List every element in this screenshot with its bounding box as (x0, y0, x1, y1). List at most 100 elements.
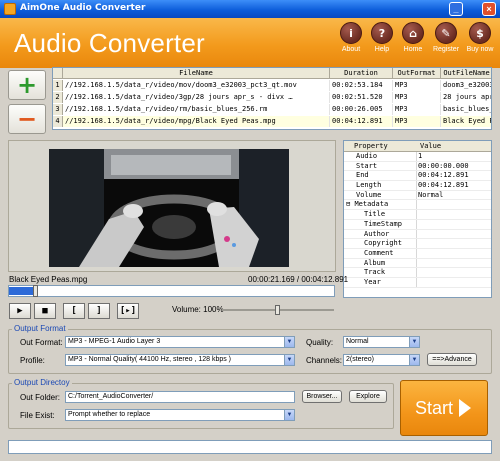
property-grid-header: Property Value (344, 141, 491, 152)
chevron-down-icon: ▼ (284, 410, 294, 420)
seek-bar-thumb[interactable] (32, 285, 38, 297)
volume-thumb[interactable] (275, 305, 280, 315)
clip-button[interactable]: [▸] (117, 303, 139, 319)
home-icon: ⌂ (402, 22, 424, 44)
property-row[interactable]: ⊟ Metadata (344, 200, 491, 211)
out-folder-label: Out Folder: (20, 393, 61, 402)
plus-icon: + (16, 71, 38, 99)
out-folder-input[interactable]: C:/Torrent_AudioConverter/ (65, 391, 295, 403)
seek-bar-fill (9, 287, 36, 295)
register-label: Register (432, 46, 460, 53)
file-list-table[interactable]: FileName Duration OutFormat OutFileName … (52, 67, 492, 130)
output-format-title: Output Format (12, 324, 68, 333)
property-key: Author (344, 229, 417, 239)
cart-icon: $ (469, 22, 491, 44)
property-value: 00:00:00.000 (418, 161, 469, 170)
property-row[interactable]: Album (344, 258, 491, 269)
property-row[interactable]: Length 00:04:12.891 (344, 181, 491, 191)
property-key: TimeStamp (344, 219, 417, 229)
chevron-down-icon: ▼ (409, 355, 419, 365)
buy-now-button[interactable]: $ Buy now (465, 22, 495, 53)
property-key: End (344, 171, 417, 181)
column-outfilename[interactable]: OutFileName (441, 68, 491, 79)
property-row[interactable]: Title (344, 210, 491, 220)
property-value: 00:04:12.891 (418, 171, 469, 180)
table-row[interactable]: 1 //192.168.1.5/data_r/video/mov/doom3_e… (53, 80, 491, 91)
channels-label: Channels: (306, 356, 343, 365)
file-exist-select[interactable]: Prompt whether to replace ▼ (65, 409, 295, 421)
remove-file-button[interactable]: − (8, 104, 46, 134)
property-key: Track (344, 268, 417, 277)
mark-end-button[interactable]: ] (88, 303, 110, 319)
property-key: ⊟ Metadata (344, 200, 417, 210)
about-button[interactable]: i About (336, 22, 366, 53)
minus-icon: − (16, 105, 38, 133)
profile-label: Profile: (20, 356, 45, 365)
seek-bar[interactable] (8, 285, 335, 297)
property-row[interactable]: Volume Normal (344, 190, 491, 201)
output-directory-title: Output Directoy (12, 378, 72, 387)
column-filename[interactable]: FileName (63, 68, 330, 79)
column-outformat[interactable]: OutFormat (393, 68, 441, 79)
home-label: Home (403, 46, 423, 53)
play-arrow-icon (459, 399, 471, 417)
play-button[interactable]: ▶ (9, 303, 31, 319)
mark-start-button[interactable]: [ (63, 303, 85, 319)
property-key: Album (344, 258, 417, 268)
advance-button[interactable]: ==>Advance (427, 353, 477, 366)
table-row[interactable]: 2 //192.168.1.5/data_r/video/3gp/28 jour… (53, 92, 491, 103)
table-row[interactable]: 3 //192.168.1.5/data_r/video/rm/basic_bl… (53, 104, 491, 115)
stop-button[interactable]: ■ (34, 303, 56, 319)
property-row[interactable]: Copyright (344, 239, 491, 249)
start-button[interactable]: Start (400, 380, 488, 436)
property-row[interactable]: Start 00:00:00.000 (344, 161, 491, 172)
column-duration[interactable]: Duration (330, 68, 393, 79)
register-button[interactable]: ✎ Register (431, 22, 461, 53)
minimize-button[interactable]: _ (449, 2, 463, 16)
property-key: Start (344, 161, 417, 171)
start-label: Start (415, 398, 454, 418)
chevron-down-icon: ▼ (284, 337, 294, 347)
property-grid[interactable]: Property Value Audio 1 Start 00:00:00.000 En… (343, 140, 492, 298)
quality-label: Quality: (306, 338, 334, 347)
video-preview (8, 140, 336, 272)
explore-button[interactable]: Explore (349, 390, 387, 403)
close-button[interactable]: × (482, 2, 496, 16)
video-frame (49, 149, 289, 267)
app-header: Audio Converter i About ? Help ⌂ Home ✎ … (0, 18, 500, 68)
property-row[interactable]: TimeStamp (344, 219, 491, 230)
property-rows: Audio 1 Start 00:00:00.000 End 00:04:12.891 Le… (344, 152, 491, 288)
property-key: Comment (344, 248, 417, 258)
add-file-button[interactable]: + (8, 70, 46, 100)
property-row[interactable]: End 00:04:12.891 (344, 171, 491, 182)
out-format-label: Out Format: (20, 338, 63, 347)
table-row-selected[interactable]: 4 //192.168.1.5/data_r/video/mpg/Black E… (53, 116, 491, 127)
quality-select[interactable]: Normal ▼ (343, 336, 420, 348)
brand-title: Audio Converter (14, 28, 205, 58)
property-row[interactable]: Audio 1 (344, 152, 491, 162)
buy-now-label: Buy now (466, 46, 494, 53)
help-button[interactable]: ? Help (367, 22, 397, 53)
volume-slider[interactable] (222, 305, 334, 315)
property-key: Title (344, 210, 417, 219)
about-label: About (341, 46, 361, 53)
browse-button[interactable]: Browser... (302, 390, 342, 403)
chevron-down-icon: ▼ (284, 355, 294, 365)
title-bar[interactable]: AimOne Audio Converter _ × (0, 0, 500, 18)
property-key: Copyright (344, 239, 417, 248)
channels-select[interactable]: 2(stereo) ▼ (343, 354, 420, 366)
property-row[interactable]: Comment (344, 248, 491, 259)
table-header: FileName Duration OutFormat OutFileName (53, 68, 491, 79)
home-button[interactable]: ⌂ Home (398, 22, 428, 53)
window-title: AimOne Audio Converter (20, 3, 146, 13)
out-format-select[interactable]: MP3 - MPEG-1 Audio Layer 3 ▼ (65, 336, 295, 348)
help-label: Help (374, 46, 390, 53)
chevron-down-icon: ▼ (409, 337, 419, 347)
status-bar (8, 440, 492, 454)
app-icon (4, 3, 16, 15)
property-row[interactable]: Author (344, 229, 491, 240)
profile-select[interactable]: MP3 - Normal Quality( 44100 Hz, stereo ,… (65, 354, 295, 366)
property-key: Volume (344, 190, 417, 200)
property-row[interactable]: Year (344, 277, 491, 288)
property-row[interactable]: Track (344, 268, 491, 278)
